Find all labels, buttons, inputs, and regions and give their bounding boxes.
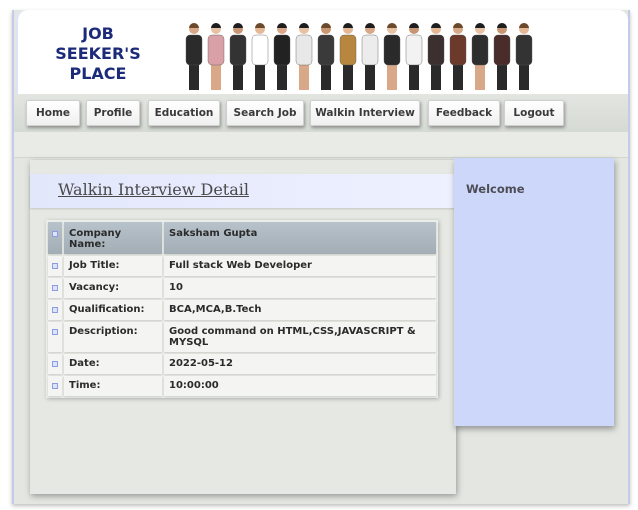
bullet-icon [52, 285, 58, 291]
content-panel: Walkin Interview Detail Company Name: Sa… [30, 160, 456, 494]
field-value: BCA,MCA,B.Tech [164, 300, 436, 320]
nav-walkin-interview-button[interactable]: Walkin Interview [310, 100, 420, 126]
site-logo[interactable]: JOB SEEKER'S PLACE [48, 24, 148, 84]
logo-line-2: SEEKER'S [55, 44, 141, 63]
person-figure [229, 23, 247, 90]
page-title[interactable]: Walkin Interview Detail [58, 180, 249, 199]
logo-line-1: JOB [82, 24, 114, 43]
site-header: JOB SEEKER'S PLACE [16, 10, 628, 94]
field-label: Job Title: [64, 256, 162, 276]
person-figure [317, 23, 335, 90]
person-figure [449, 23, 467, 90]
person-figure [427, 23, 445, 90]
nav-search-job-button[interactable]: Search Job [226, 100, 304, 126]
sub-navigation-bar [14, 132, 628, 158]
person-figure [471, 23, 489, 90]
table-row: Company Name: Saksham Gupta [48, 222, 436, 254]
welcome-sidebar: Welcome [454, 158, 614, 426]
sidebar-title: Welcome [466, 182, 525, 196]
table-row: Qualification: BCA,MCA,B.Tech [48, 300, 436, 320]
nav-education-button[interactable]: Education [148, 100, 220, 126]
nav-feedback-button[interactable]: Feedback [428, 100, 500, 126]
person-figure [339, 23, 357, 90]
nav-home-button[interactable]: Home [26, 100, 80, 126]
person-figure [251, 23, 269, 90]
bullet-icon [52, 307, 58, 313]
bullet-icon [52, 361, 58, 367]
interview-detail-table: Company Name: Saksham Gupta Job Title: F… [46, 220, 438, 398]
field-value: Full stack Web Developer [164, 256, 436, 276]
field-value: 2022-05-12 [164, 354, 436, 374]
person-figure [493, 23, 511, 90]
page-frame: JOB SEEKER'S PLACE Home Profile Educatio… [12, 10, 630, 504]
field-value: Saksham Gupta [164, 222, 436, 254]
person-figure [361, 23, 379, 90]
bullet-icon [52, 231, 58, 237]
person-figure [515, 23, 533, 90]
field-label: Qualification: [64, 300, 162, 320]
field-label: Date: [64, 354, 162, 374]
nav-profile-button[interactable]: Profile [86, 100, 140, 126]
person-figure [383, 23, 401, 90]
table-row: Time: 10:00:00 [48, 376, 436, 396]
table-row: Vacancy: 10 [48, 278, 436, 298]
table-row: Description: Good command on HTML,CSS,JA… [48, 322, 436, 352]
bullet-icon [52, 383, 58, 389]
field-label: Company Name: [64, 222, 162, 254]
person-figure [405, 23, 423, 90]
field-label: Description: [64, 322, 162, 352]
main-navigation: Home Profile Education Search Job Walkin… [14, 94, 628, 132]
field-value: 10:00:00 [164, 376, 436, 396]
nav-logout-button[interactable]: Logout [504, 100, 564, 126]
bullet-icon [52, 329, 58, 335]
table-row: Job Title: Full stack Web Developer [48, 256, 436, 276]
panel-title-bar: Walkin Interview Detail [30, 174, 456, 208]
person-figure [295, 23, 313, 90]
field-value: Good command on HTML,CSS,JAVASCRIPT & MY… [164, 322, 436, 352]
table-row: Date: 2022-05-12 [48, 354, 436, 374]
business-people-banner-image [185, 23, 533, 90]
field-label: Vacancy: [64, 278, 162, 298]
person-figure [185, 23, 203, 90]
person-figure [207, 23, 225, 90]
field-label: Time: [64, 376, 162, 396]
logo-line-3: PLACE [69, 64, 127, 83]
field-value: 10 [164, 278, 436, 298]
bullet-icon [52, 263, 58, 269]
person-figure [273, 23, 291, 90]
